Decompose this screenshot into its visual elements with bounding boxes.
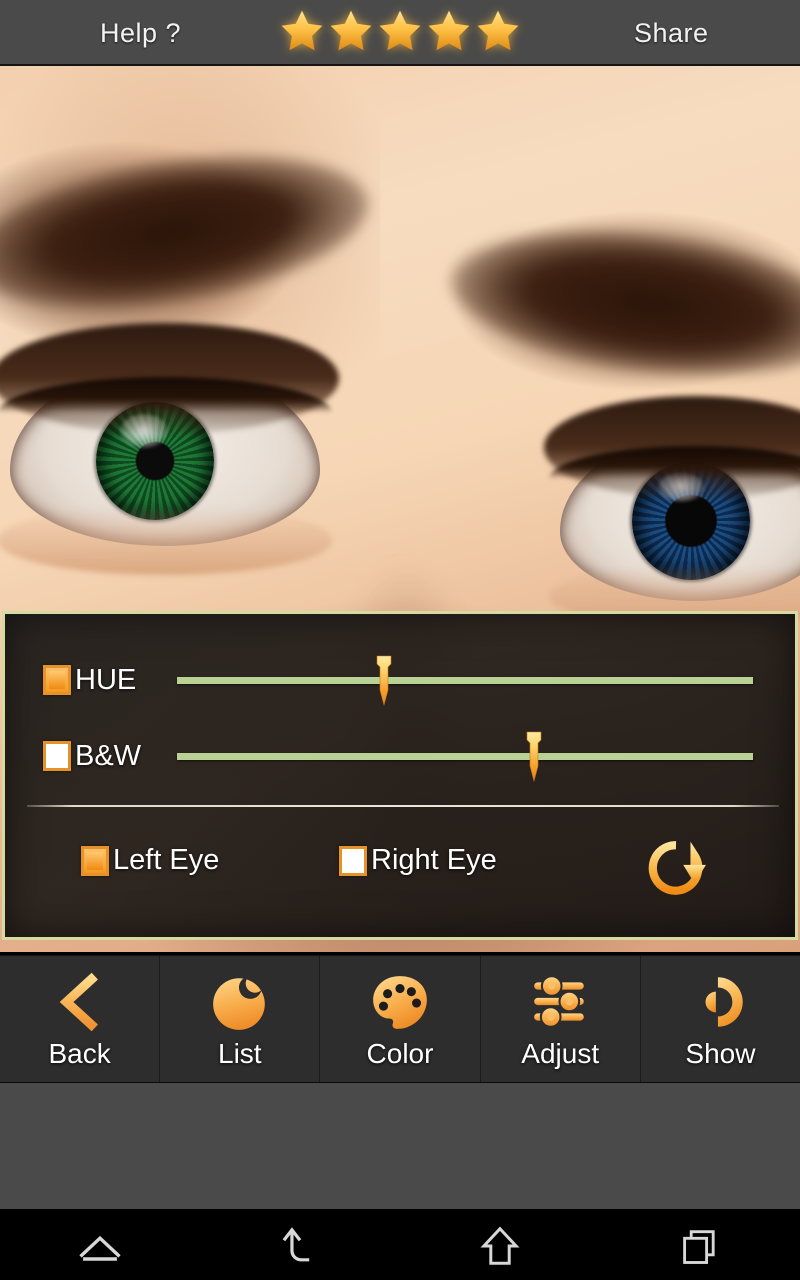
left-eye-checkbox-box[interactable] [81,845,109,876]
sliders-icon [529,968,591,1036]
half-disc-icon [689,968,751,1036]
back-arrow-icon [282,1226,310,1261]
lens-circle-icon [209,968,271,1036]
hue-checkbox-box[interactable] [43,665,71,695]
bottom-toolbar: Back List Color Adjust Show [0,955,800,1083]
palette-icon [369,968,431,1036]
home-icon [480,1226,520,1265]
empty-content-panel [0,1083,800,1211]
star-icon[interactable] [278,7,326,55]
toolbar-item-adjust[interactable]: Adjust [479,956,640,1082]
right-eye-label: Right Eye [371,844,497,876]
toolbar-label-color: Color [366,1038,434,1069]
nav-hide-button[interactable] [0,1211,200,1280]
eyebrow-right [443,212,800,395]
panel-divider [27,805,779,807]
toolbar-item-show[interactable]: Show [639,956,800,1082]
star-icon[interactable] [327,7,375,55]
toolbar-label-adjust: Adjust [521,1038,600,1069]
app-root: Help ? Share HUE B&W Left Eye Right Eye … [0,0,800,1280]
eye-selection-row: Left Eye Right Eye [5,830,800,900]
reset-button[interactable] [641,838,711,900]
star-icon[interactable] [474,7,522,55]
hue-row: HUE [5,650,800,710]
hue-slider-thumb[interactable] [371,655,397,707]
hue-checkbox[interactable]: HUE [43,664,136,697]
chevron-up-icon [79,1235,121,1261]
bw-checkbox[interactable]: B&W [43,740,141,773]
nav-recents-button[interactable] [600,1211,800,1280]
right-eye-checkbox-box[interactable] [339,845,367,876]
chevron-left-icon [49,968,111,1036]
right-eye-region[interactable] [543,396,800,628]
star-icon[interactable] [425,7,473,55]
right-eye-checkbox[interactable]: Right Eye [339,844,497,877]
android-navigation-bar [0,1211,800,1280]
star-icon[interactable] [376,7,424,55]
bw-label: B&W [75,739,142,772]
toolbar-label-show: Show [685,1038,756,1069]
hue-slider[interactable] [177,650,753,710]
left-eye-label: Left Eye [113,844,220,876]
lower-eyelid [0,506,333,575]
nav-home-button[interactable] [400,1211,600,1280]
hue-slider-track[interactable] [177,677,753,684]
toolbar-label-list: List [218,1038,262,1069]
toolbar-item-list[interactable]: List [159,956,319,1082]
refresh-circular-arrow-icon[interactable] [641,838,711,900]
toolbar-item-color[interactable]: Color [319,956,479,1082]
hue-label: HUE [75,663,137,696]
bw-row: B&W [5,726,800,786]
left-eye-checkbox[interactable]: Left Eye [81,844,219,877]
toolbar-label-back: Back [48,1038,111,1069]
star-rating[interactable] [278,7,522,55]
share-button[interactable]: Share [634,18,709,49]
left-eye-region[interactable] [0,322,339,575]
nav-back-button[interactable] [200,1211,400,1280]
top-bar: Help ? Share [0,0,800,66]
bw-slider-track[interactable] [177,753,753,760]
adjust-panel: HUE B&W Left Eye Right Eye [2,611,798,940]
bw-checkbox-box[interactable] [43,741,71,771]
toolbar-item-back[interactable]: Back [0,956,159,1082]
bw-slider-thumb[interactable] [521,731,547,783]
bw-slider[interactable] [177,726,753,786]
help-button[interactable]: Help ? [100,18,181,49]
recent-apps-icon [683,1229,715,1264]
